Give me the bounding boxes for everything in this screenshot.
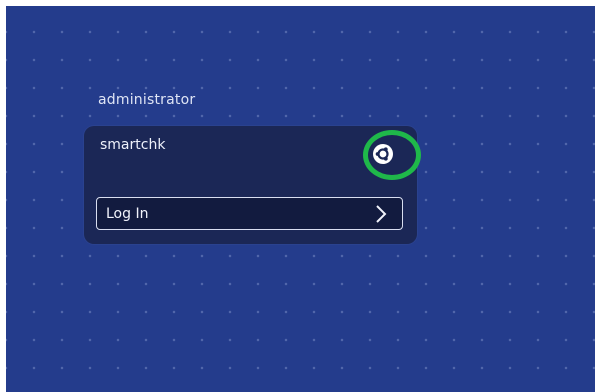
user-list-item-administrator[interactable]: administrator <box>98 92 195 108</box>
login-button[interactable]: Log In <box>96 197 403 230</box>
selected-user-panel: smartchk Log In <box>84 126 417 244</box>
selected-username: smartchk <box>100 137 166 153</box>
login-screen: administrator smartchk Log In <box>6 6 595 392</box>
login-button-label: Log In <box>106 205 149 222</box>
ubuntu-session-icon <box>373 144 393 164</box>
session-selector-button[interactable] <box>370 141 396 167</box>
chevron-right-icon <box>370 203 392 225</box>
